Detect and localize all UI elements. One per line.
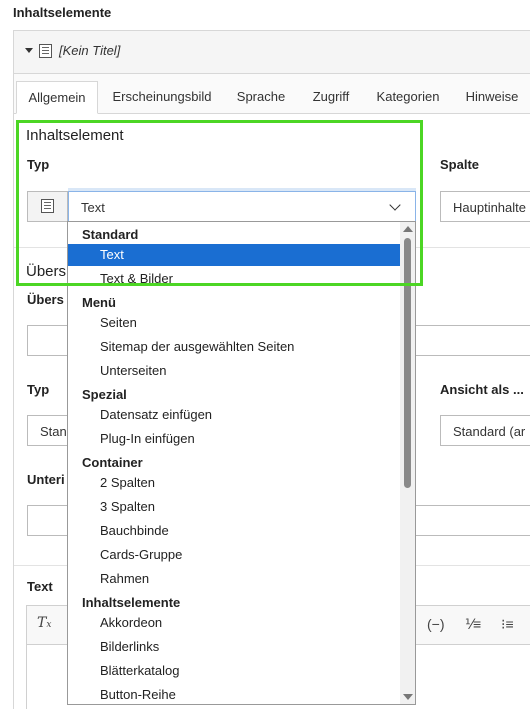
header-type-value: Stan xyxy=(40,424,67,439)
collapse-caret-icon[interactable] xyxy=(25,48,33,53)
document-icon xyxy=(39,44,52,58)
dropdown-option-akkordeon[interactable]: Akkordeon xyxy=(68,612,401,634)
typ-label: Typ xyxy=(27,157,50,172)
dropdown-group-spezial: Spezial xyxy=(82,387,127,402)
typ-dropdown-list[interactable]: Standard Text Text & Bilder Menü Seiten … xyxy=(67,221,416,705)
dropdown-option-text[interactable]: Text xyxy=(68,244,401,266)
chevron-down-icon xyxy=(389,199,401,211)
ansicht-label: Ansicht als ... xyxy=(440,382,524,397)
tab-hinweise[interactable]: Hinweise xyxy=(454,81,530,114)
dropdown-option-seiten[interactable]: Seiten xyxy=(68,312,401,334)
remove-format-icon[interactable]: (−) xyxy=(427,616,445,632)
spalte-select-value: Hauptinhalte xyxy=(453,200,526,215)
uberschrift-label: Übers xyxy=(27,292,64,307)
section-heading-inhaltselement: Inhaltselement xyxy=(26,127,124,144)
typ2-label: Typ xyxy=(27,382,50,397)
dropdown-option-datensatz[interactable]: Datensatz einfügen xyxy=(68,404,401,426)
dropdown-option-2-spalten[interactable]: 2 Spalten xyxy=(68,472,401,494)
unteri-label: Unteri xyxy=(27,472,65,487)
dropdown-option-bauchbinde[interactable]: Bauchbinde xyxy=(68,520,401,542)
dropdown-option-text-bilder[interactable]: Text & Bilder xyxy=(68,268,401,290)
tab-zugriff[interactable]: Zugriff xyxy=(298,81,364,114)
scroll-down-arrow-icon[interactable] xyxy=(403,694,413,700)
tab-bar: Allgemein Erscheinungsbild Sprache Zugri… xyxy=(14,81,530,114)
type-icon-box xyxy=(27,191,68,222)
panel-title: [Kein Titel] xyxy=(59,43,121,58)
dropdown-option-3-spalten[interactable]: 3 Spalten xyxy=(68,496,401,518)
dropdown-option-button-reihe[interactable]: Button-Reihe xyxy=(68,684,401,704)
ansicht-select-value: Standard (ar xyxy=(453,424,526,439)
ansicht-select[interactable]: Standard (ar xyxy=(440,415,530,446)
tab-kategorien[interactable]: Kategorien xyxy=(366,81,450,114)
clear-format-icon[interactable]: Tx xyxy=(37,615,51,631)
dropdown-option-sitemap[interactable]: Sitemap der ausgewählten Seiten xyxy=(68,336,401,358)
dropdown-group-inhaltselemente: Inhaltselemente xyxy=(82,595,181,610)
dropdown-group-menu: Menü xyxy=(82,295,116,310)
typ-select[interactable]: Text xyxy=(68,191,416,222)
dropdown-option-plugin[interactable]: Plug-In einfügen xyxy=(68,428,401,450)
bullet-list-icon[interactable]: ⁝≡ xyxy=(501,616,514,633)
scroll-up-arrow-icon[interactable] xyxy=(403,226,413,232)
page-title: Inhaltselemente xyxy=(13,5,112,20)
ordered-list-icon[interactable]: ⅟≡ xyxy=(465,616,481,633)
spalte-label: Spalte xyxy=(440,157,480,172)
dropdown-option-blaetterkatalog[interactable]: Blätterkatalog xyxy=(68,660,401,682)
spalte-select[interactable]: Hauptinhalte xyxy=(440,191,530,222)
dropdown-option-cards-gruppe[interactable]: Cards-Gruppe xyxy=(68,544,401,566)
document-icon xyxy=(41,199,54,213)
section-heading-uberschriften: Übers xyxy=(26,263,67,280)
tab-erscheinungsbild[interactable]: Erscheinungsbild xyxy=(100,81,224,114)
text-label: Text xyxy=(27,579,53,594)
dropdown-group-container: Container xyxy=(82,455,143,470)
panel-header[interactable]: [Kein Titel] xyxy=(14,31,530,74)
dropdown-option-unterseiten[interactable]: Unterseiten xyxy=(68,360,401,382)
scrollbar-thumb[interactable] xyxy=(404,238,411,488)
tab-allgemein[interactable]: Allgemein xyxy=(16,81,98,114)
dropdown-group-standard: Standard xyxy=(82,227,139,242)
dropdown-option-bilderlinks[interactable]: Bilderlinks xyxy=(68,636,401,658)
tab-sprache[interactable]: Sprache xyxy=(226,81,296,114)
typ-select-value: Text xyxy=(81,200,105,215)
dropdown-option-rahmen[interactable]: Rahmen xyxy=(68,568,401,590)
dropdown-scrollbar[interactable] xyxy=(400,222,415,704)
